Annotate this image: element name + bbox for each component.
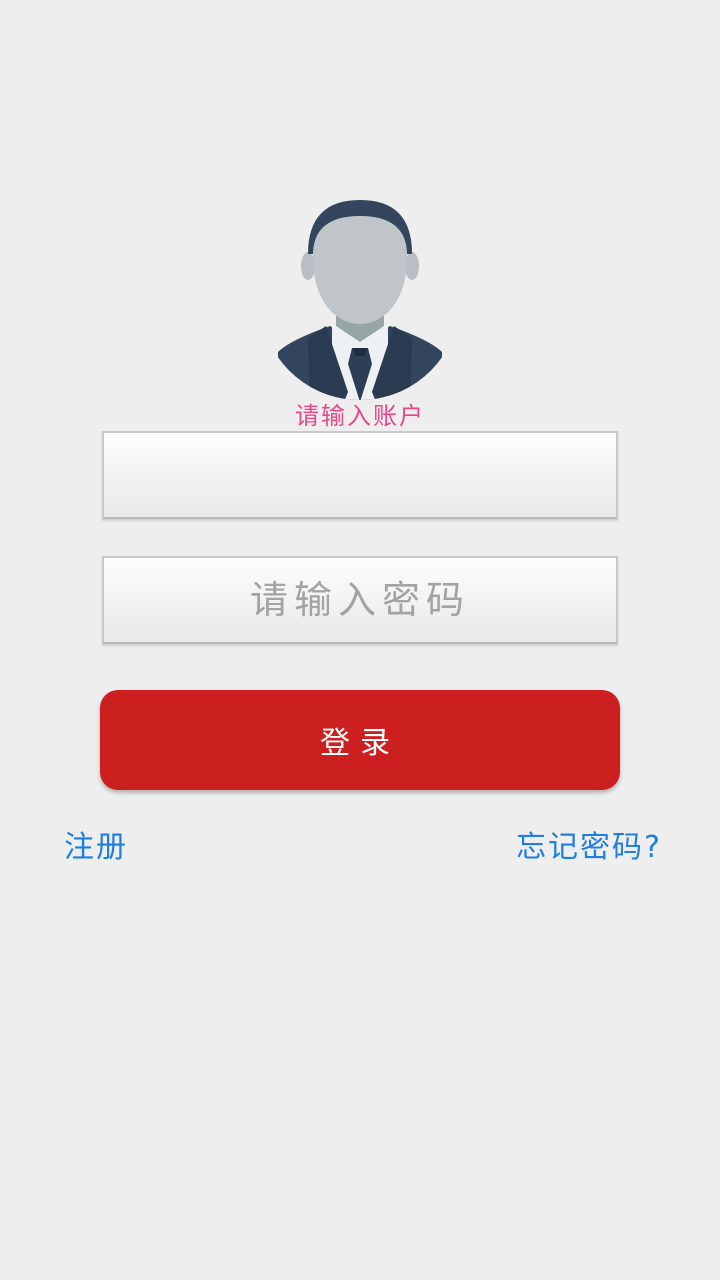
businessman-avatar-icon (270, 192, 450, 402)
account-input[interactable] (104, 433, 616, 517)
forgot-password-link[interactable]: 忘记密码? (516, 822, 662, 866)
account-label: 请输入账户 (295, 402, 425, 430)
password-field[interactable] (102, 556, 618, 644)
register-link[interactable]: 注册 (64, 822, 128, 866)
password-input[interactable] (104, 558, 616, 642)
login-screen: 请输入账户 登录 注册 忘记密码? (0, 0, 720, 1280)
account-field[interactable] (102, 431, 618, 519)
login-button[interactable]: 登录 (100, 690, 620, 790)
